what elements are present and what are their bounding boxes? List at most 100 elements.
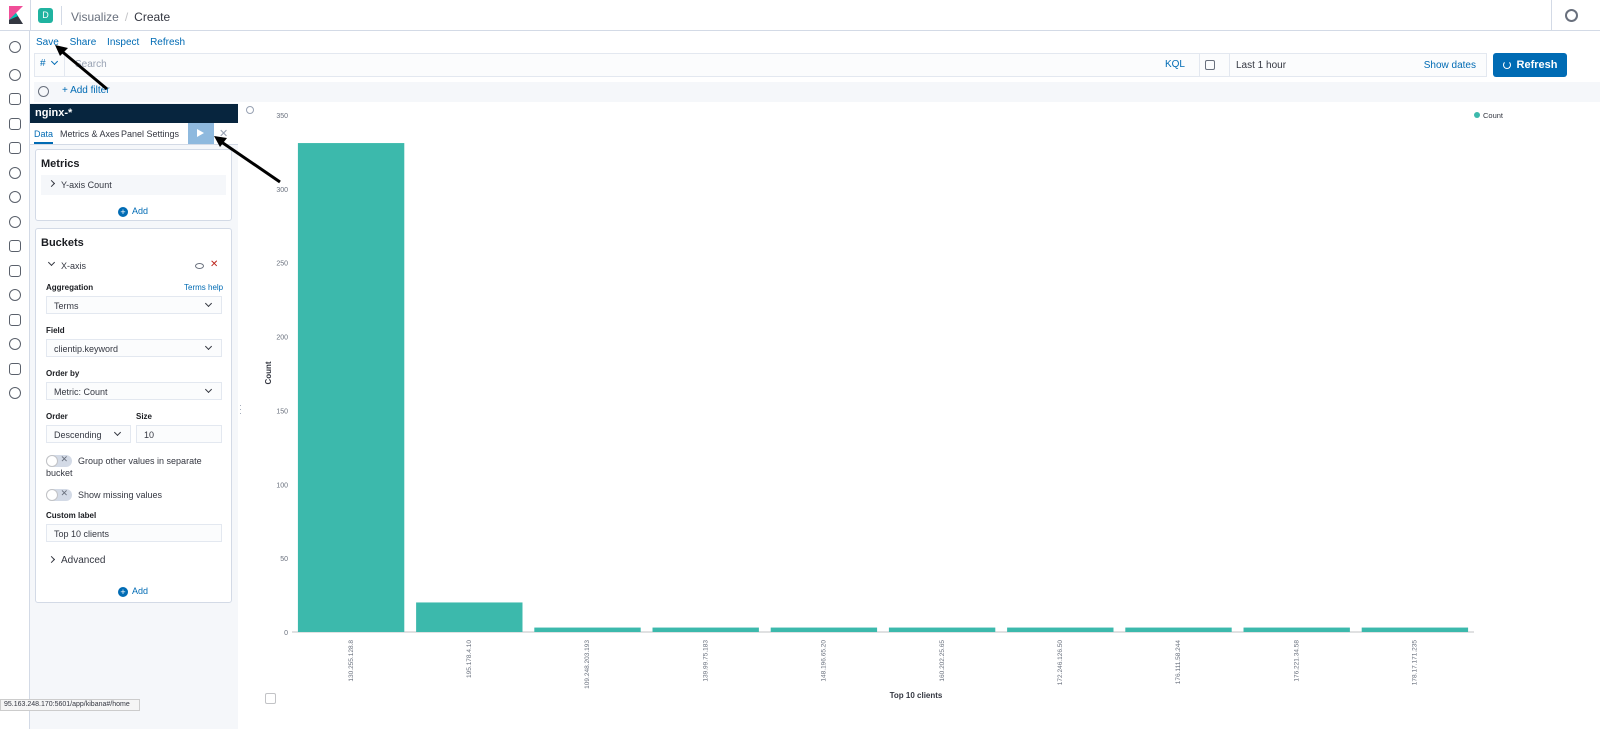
collapse-sidebar-icon[interactable] (246, 106, 254, 114)
chart-bar (1007, 627, 1114, 632)
custom-label-input[interactable]: Top 10 clients (46, 524, 222, 542)
chevron-down-icon (204, 299, 213, 308)
y-tick-label: 0 (284, 630, 288, 637)
chart-bar (1361, 627, 1469, 632)
status-url: 95.163.248.170:5601/app/kibana#/home (0, 699, 140, 711)
advanced-accordion[interactable]: Advanced (41, 551, 226, 571)
tab-data[interactable]: Data (34, 129, 54, 144)
quick-menu-button[interactable] (1200, 54, 1230, 76)
editor-tabs: Data Metrics & Axes Panel Settings ✕ (30, 123, 238, 145)
annotation-arrow-save (55, 45, 108, 91)
y-tick-label: 300 (276, 187, 288, 194)
order-label: Order (46, 412, 68, 421)
visualization-editor-sidebar: nginx-* Data Metrics & Axes Panel Settin… (30, 103, 238, 729)
recently-viewed-icon[interactable] (9, 41, 21, 53)
resize-handle-icon[interactable]: · · · (239, 401, 242, 418)
toggle-off-icon: ✕ (60, 488, 68, 498)
dashboard-icon[interactable] (9, 118, 21, 130)
x-tick-label: 148.196.65.20 (821, 640, 828, 682)
tab-metrics-axes[interactable]: Metrics & Axes (60, 129, 120, 139)
refresh-button[interactable]: Refresh (1493, 53, 1567, 77)
apply-changes-button[interactable] (188, 123, 214, 144)
canvas-icon[interactable] (9, 142, 21, 154)
remove-bucket-close-icon[interactable]: ✕ (210, 259, 218, 270)
legend-label: Count (1483, 111, 1504, 120)
aggregation-value: Terms (54, 301, 79, 311)
field-select[interactable]: clientip.keyword (46, 339, 222, 357)
y-axis-title: Count (264, 361, 273, 384)
maps-icon[interactable] (9, 167, 21, 179)
kibana-logo-icon[interactable] (7, 6, 25, 24)
refresh-icon (1502, 61, 1511, 69)
x-tick-label: 172.246.126.50 (1057, 640, 1064, 686)
play-icon (197, 129, 204, 137)
y-tick-label: 100 (276, 482, 288, 489)
visualize-icon[interactable] (9, 93, 21, 105)
show-dates-link[interactable]: Show dates (1424, 60, 1476, 71)
legend-swatch (1474, 112, 1480, 118)
chevron-down-icon (204, 385, 213, 394)
help-icon[interactable] (1565, 9, 1578, 22)
terms-help-link[interactable]: Terms help (184, 283, 223, 292)
y-tick-label: 200 (276, 335, 288, 342)
toggle-legend-icon[interactable] (265, 693, 276, 704)
size-value: 10 (144, 430, 155, 440)
top-header: D Visualize / Create (0, 0, 1600, 31)
management-gear-icon[interactable] (9, 387, 21, 399)
machine-learning-icon[interactable] (9, 191, 21, 203)
siem-icon[interactable] (9, 314, 21, 326)
show-missing-label: Show missing values (78, 490, 163, 500)
kql-toggle[interactable]: KQL (1165, 59, 1185, 70)
apm-icon[interactable] (9, 265, 21, 277)
buckets-panel: Buckets X-axis ✕ Aggregation Terms help … (35, 228, 232, 603)
infrastructure-icon[interactable] (9, 216, 21, 228)
dev-tools-icon[interactable] (9, 338, 21, 350)
breadcrumb-visualize[interactable]: Visualize (71, 10, 119, 24)
y-tick-label: 250 (276, 261, 288, 268)
discover-icon[interactable] (9, 69, 21, 81)
aggregation-select[interactable]: Terms (46, 296, 222, 314)
size-input[interactable]: 10 (136, 425, 222, 443)
tab-panel-settings[interactable]: Panel Settings (121, 129, 179, 139)
x-tick-label: 160.202.25.65 (939, 640, 946, 682)
add-metric-label: Add (132, 206, 149, 216)
show-missing-toggle[interactable]: ✕ (46, 488, 72, 501)
chart-bar (1125, 627, 1232, 632)
metrics-panel: Metrics Y-axis Count + Add (35, 149, 232, 221)
chart-bar (652, 627, 759, 632)
chevron-down-icon (113, 428, 122, 437)
x-tick-label: 178.17.171.235 (1412, 640, 1419, 686)
filter-options-gear-icon[interactable] (38, 86, 49, 97)
custom-label-value: Top 10 clients (54, 529, 110, 539)
size-label: Size (136, 412, 153, 421)
add-metric-button[interactable]: + Add (118, 206, 148, 217)
breadcrumb: Visualize / Create (71, 10, 170, 24)
bar-chart: 0 50 100 150 200 250 300 350 130.255.128.8 195.17… (264, 111, 1504, 700)
chevron-right-icon (47, 555, 56, 564)
toggle-visibility-eye-icon[interactable] (195, 263, 204, 269)
space-avatar[interactable]: D (38, 8, 53, 23)
y-axis-count-accordion[interactable]: Y-axis Count (41, 175, 226, 195)
order-select[interactable]: Descending (46, 425, 131, 443)
left-navigation (0, 31, 30, 729)
filter-bar: + Add filter (34, 82, 1600, 102)
order-by-select[interactable]: Metric: Count (46, 382, 222, 400)
aggregation-label: Aggregation (46, 283, 94, 292)
uptime-icon[interactable] (9, 289, 21, 301)
refresh-link[interactable]: Refresh (150, 37, 185, 48)
logs-icon[interactable] (9, 240, 21, 252)
chart-bar (888, 627, 996, 632)
field-label: Field (46, 326, 65, 335)
monitoring-icon[interactable] (9, 363, 21, 375)
index-pattern-title: nginx-* (30, 104, 238, 123)
date-picker: Last 1 hour Show dates (1199, 53, 1487, 77)
y-tick-label: 150 (276, 408, 288, 415)
field-value: clientip.keyword (54, 344, 119, 354)
time-range-text[interactable]: Last 1 hour (1236, 60, 1286, 71)
add-bucket-button[interactable]: + Add (118, 586, 148, 597)
breadcrumb-separator: / (124, 10, 129, 24)
add-bucket-label: Add (132, 586, 149, 596)
x-tick-label: 195.178.4.10 (466, 640, 473, 678)
header-divider (30, 0, 31, 31)
buckets-title: Buckets (41, 237, 84, 249)
